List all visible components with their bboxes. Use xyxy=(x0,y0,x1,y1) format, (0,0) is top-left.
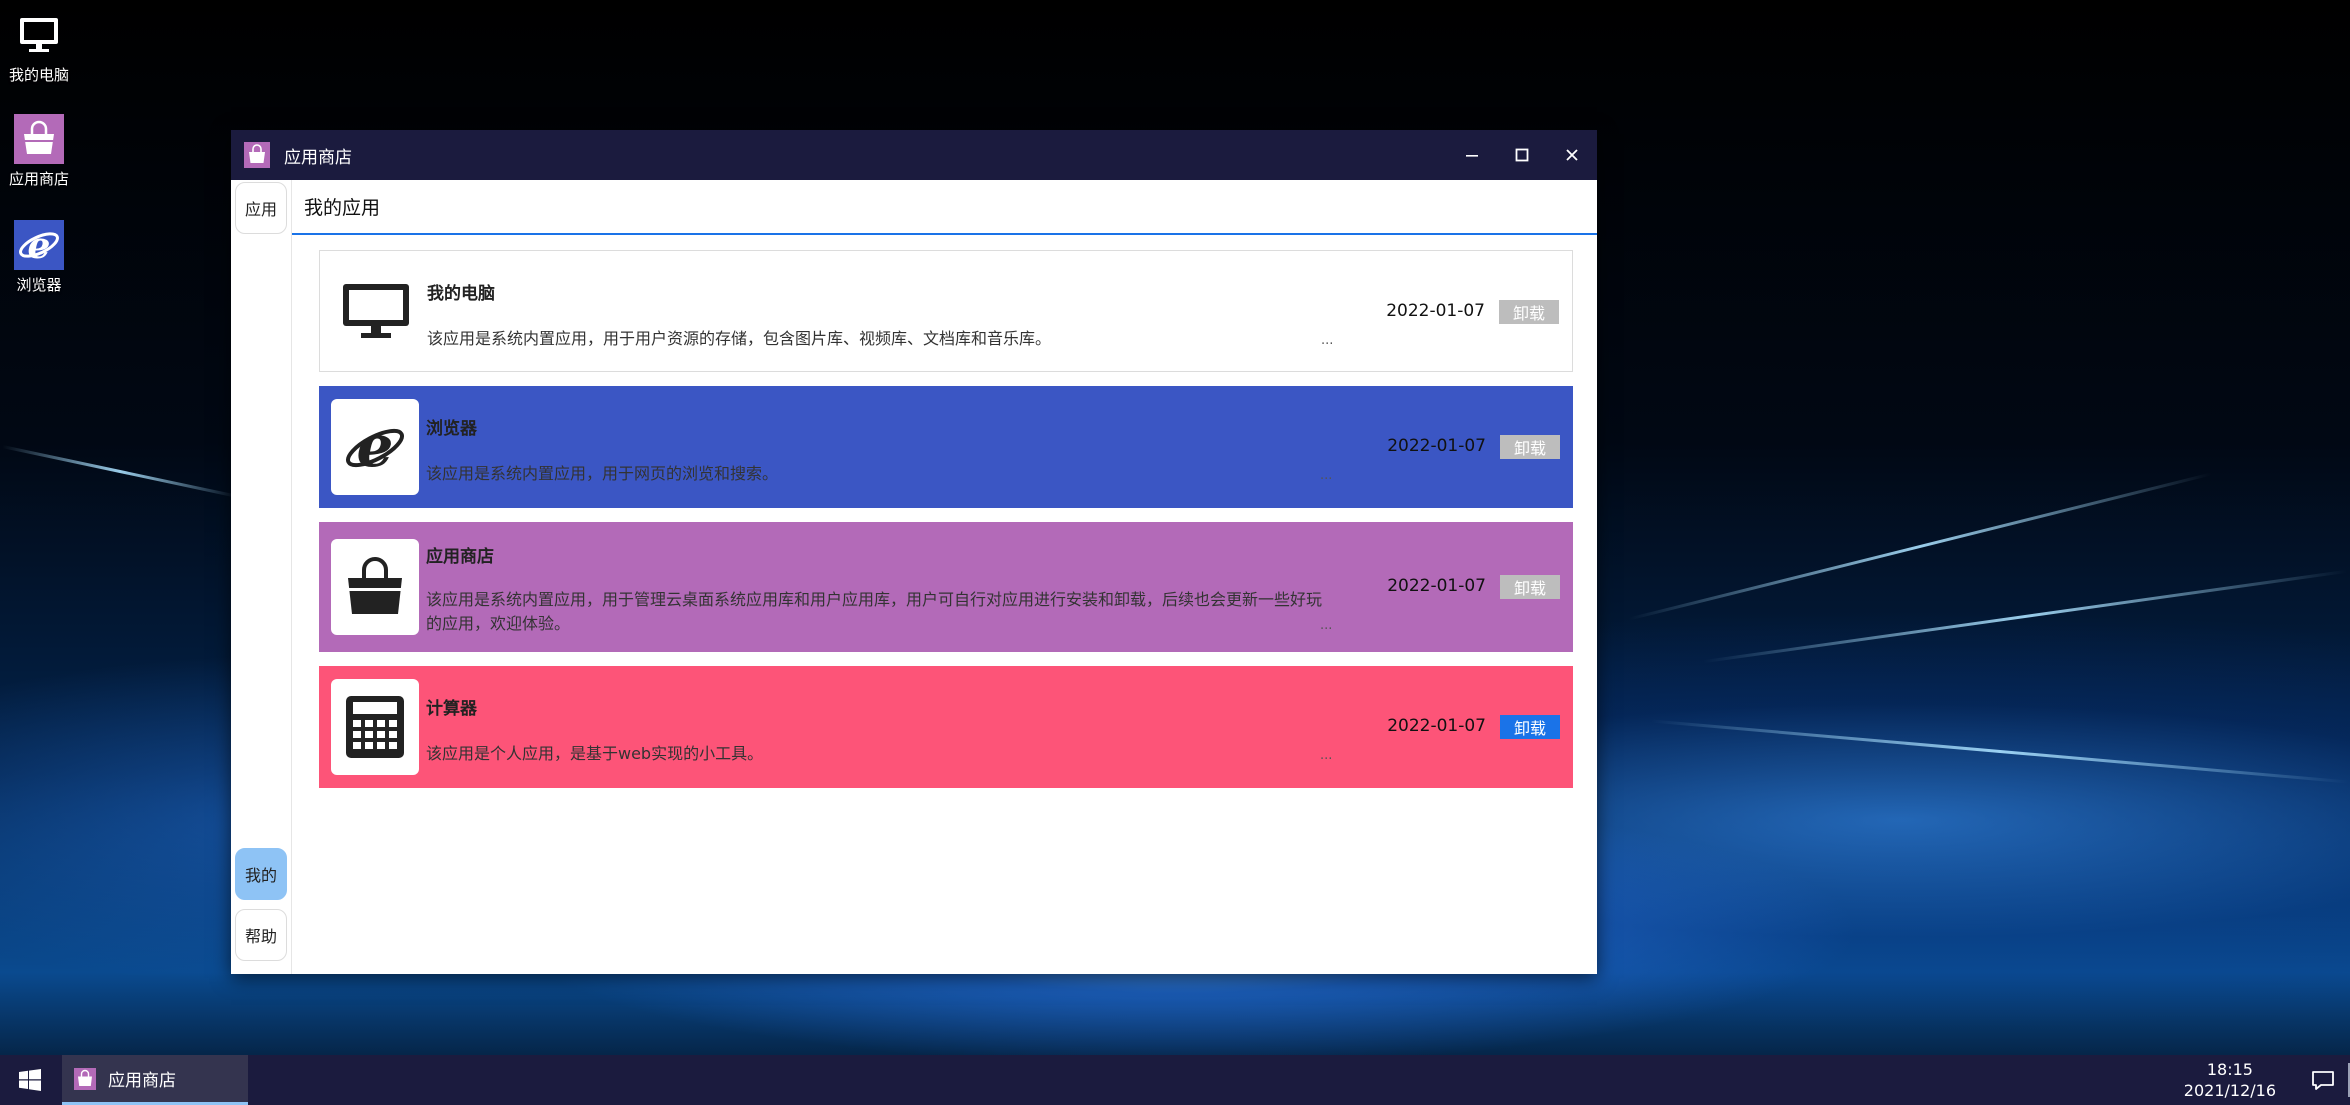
app-description: 该应用是系统内置应用，用于管理云桌面系统应用库和用户应用库，用户可自行对应用进行… xyxy=(426,590,1323,633)
window-title: 应用商店 xyxy=(284,147,352,168)
app-name: 计算器 xyxy=(426,699,477,719)
desktop-icon-app-store[interactable]: 应用商店 xyxy=(0,114,78,189)
app-icon-box xyxy=(331,539,419,635)
nav-label: 帮助 xyxy=(244,927,277,946)
app-more-indicator[interactable]: ... xyxy=(1321,333,1333,348)
clock-date: 2021/12/16 xyxy=(2183,1081,2276,1100)
svg-text:e: e xyxy=(357,412,394,480)
close-icon xyxy=(1566,149,1578,161)
windows-logo-icon xyxy=(19,1069,41,1091)
start-button[interactable] xyxy=(0,1055,60,1105)
monitor-icon xyxy=(343,284,409,338)
ie-browser-icon: e xyxy=(346,412,404,480)
app-more-indicator[interactable]: ... xyxy=(1320,748,1332,763)
svg-text:e: e xyxy=(28,225,51,267)
app-icon-box xyxy=(331,679,419,775)
app-date: 2022-01-07 xyxy=(1387,716,1486,736)
tab-label: 我的应用 xyxy=(304,197,381,219)
desktop-icon-browser[interactable]: e 浏览器 xyxy=(0,220,78,295)
app-card-app-store: 应用商店 该应用是系统内置应用，用于管理云桌面系统应用库和用户应用库，用户可自行… xyxy=(319,522,1573,652)
taskbar-clock[interactable]: 18:15 2021/12/16 xyxy=(2184,1059,2276,1101)
chat-bubble-icon xyxy=(2312,1071,2334,1090)
app-card-calculator: 计算器 该应用是个人应用，是基于web实现的小工具。 ... 2022-01-0… xyxy=(319,666,1573,788)
app-date: 2022-01-07 xyxy=(1386,301,1485,321)
app-store-window: 应用商店 应用 我的 帮助 我的应用 我的电脑 该应用是系统内置应用，用于用户资… xyxy=(231,130,1597,974)
main-content: 我的应用 我的电脑 该应用是系统内置应用，用于用户资源的存储，包含图片库、视频库… xyxy=(292,180,1597,974)
monitor-icon xyxy=(14,10,64,60)
nav-label: 我的 xyxy=(244,866,277,885)
tab-my-apps[interactable]: 我的应用 xyxy=(292,180,1597,235)
app-icon-box: e xyxy=(331,399,419,495)
uninstall-button[interactable]: 卸载 xyxy=(1500,715,1560,739)
taskbar-item-label: 应用商店 xyxy=(108,1071,176,1091)
ie-browser-icon: e xyxy=(14,220,64,270)
app-card-my-computer: 我的电脑 该应用是系统内置应用，用于用户资源的存储，包含图片库、视频库、文档库和… xyxy=(319,250,1573,372)
app-name: 浏览器 xyxy=(426,419,477,439)
clock-time: 18:15 xyxy=(2206,1060,2253,1079)
desktop-icon-label: 我的电脑 xyxy=(8,66,69,84)
wallpaper-streak xyxy=(1651,719,2349,784)
app-card-browser: e 浏览器 该应用是系统内置应用，用于网页的浏览和搜索。 ... 2022-01… xyxy=(319,386,1573,508)
desktop-icon-my-computer[interactable]: 我的电脑 xyxy=(0,10,78,85)
desktop-icon-label: 浏览器 xyxy=(16,276,62,294)
nav-label: 应用 xyxy=(244,200,277,219)
shopping-bag-icon xyxy=(14,114,64,164)
desktop-icon-label: 应用商店 xyxy=(8,170,69,188)
app-name: 我的电脑 xyxy=(427,284,495,304)
app-date: 2022-01-07 xyxy=(1387,576,1486,596)
app-description: 该应用是系统内置应用，用于用户资源的存储，包含图片库、视频库、文档库和音乐库。 xyxy=(427,329,1052,348)
nav-apps-button[interactable]: 应用 xyxy=(235,182,287,234)
wallpaper-streak xyxy=(2,445,238,498)
nav-mine-button[interactable]: 我的 xyxy=(235,848,287,900)
app-description: 该应用是个人应用，是基于web实现的小工具。 xyxy=(426,744,764,763)
uninstall-button[interactable]: 卸载 xyxy=(1500,435,1560,459)
taskbar: 应用商店 18:15 2021/12/16 xyxy=(0,1055,2350,1105)
minimize-button[interactable] xyxy=(1447,130,1497,180)
taskbar-item-app-store[interactable]: 应用商店 xyxy=(62,1055,248,1105)
wallpaper-streak xyxy=(1628,472,2212,621)
app-description: 该应用是系统内置应用，用于网页的浏览和搜索。 xyxy=(426,464,779,483)
maximize-button[interactable] xyxy=(1497,130,1547,180)
shopping-bag-icon xyxy=(74,1067,96,1090)
close-button[interactable] xyxy=(1547,130,1597,180)
notification-button[interactable] xyxy=(2310,1067,2336,1097)
app-name: 应用商店 xyxy=(426,547,494,567)
app-more-indicator[interactable]: ... xyxy=(1320,468,1332,483)
wallpaper-streak xyxy=(1702,569,2348,664)
minimize-icon xyxy=(1466,155,1478,157)
app-more-indicator[interactable]: ... xyxy=(1320,618,1332,633)
uninstall-button[interactable]: 卸载 xyxy=(1500,575,1560,599)
window-controls xyxy=(1447,130,1597,180)
shopping-bag-icon xyxy=(348,557,402,614)
uninstall-button[interactable]: 卸载 xyxy=(1499,300,1559,324)
side-navigation: 应用 我的 帮助 xyxy=(231,180,292,974)
calculator-icon xyxy=(346,696,404,758)
maximize-icon xyxy=(1515,148,1529,162)
shopping-bag-icon xyxy=(244,142,270,168)
nav-help-button[interactable]: 帮助 xyxy=(235,909,287,961)
app-icon-box xyxy=(332,264,420,360)
window-titlebar[interactable]: 应用商店 xyxy=(231,130,1597,180)
app-date: 2022-01-07 xyxy=(1387,436,1486,456)
